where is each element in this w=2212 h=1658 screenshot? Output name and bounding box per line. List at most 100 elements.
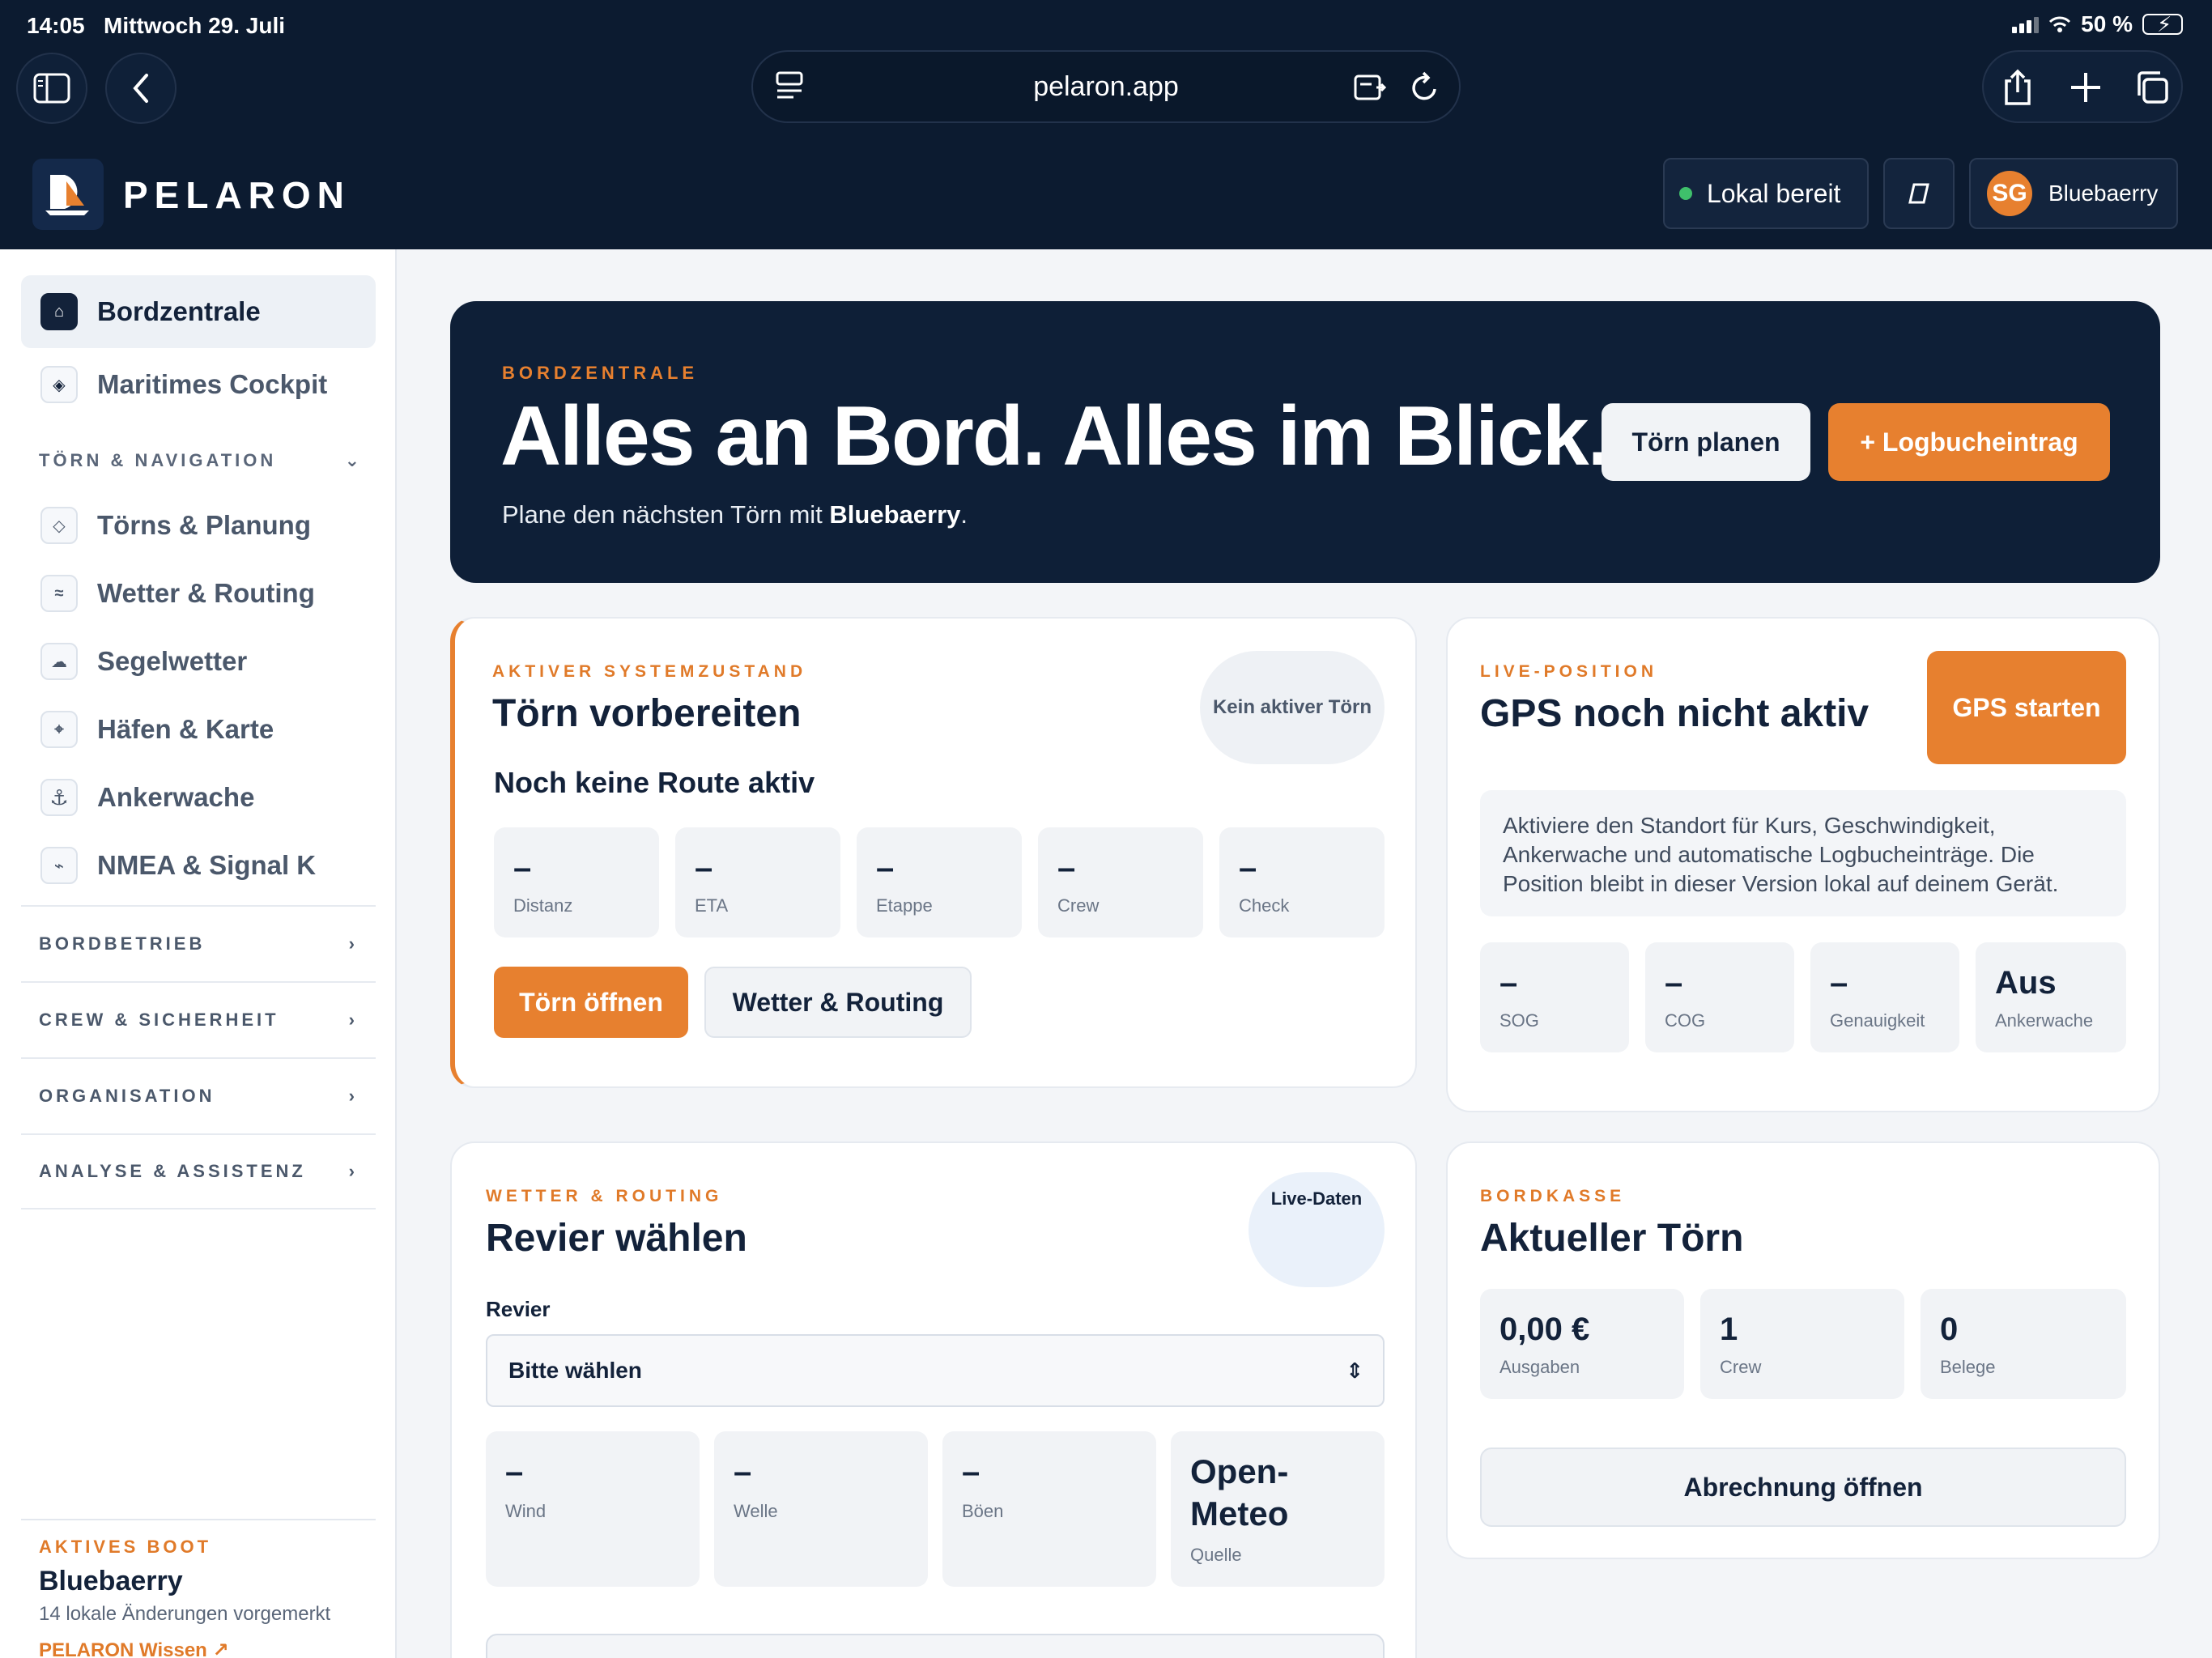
route-status: Noch keine Route aktiv (494, 766, 815, 799)
status-time: 14:05 (27, 13, 85, 38)
tabs-overview-icon[interactable] (2133, 68, 2172, 111)
battery-percent: 50 % (2081, 11, 2133, 36)
section-analyse-assistenz[interactable]: ANALYSE & ASSISTENZ › (21, 1133, 376, 1209)
stat-wind: – Wind (486, 1431, 700, 1587)
card-title: GPS noch nicht aktiv (1480, 692, 1870, 735)
notes-button[interactable] (1883, 158, 1955, 229)
revier-label: Revier (486, 1297, 551, 1321)
stat-value: Aus (1995, 965, 2057, 1001)
stat-crew-count: 1 Crew (1700, 1289, 1904, 1399)
user-menu-button[interactable]: SG Bluebaerry (1969, 158, 2178, 229)
stat-check: – Check (1219, 827, 1385, 937)
bordkasse-card: BORDKASSE Aktueller Törn 0,00 € Ausgaben… (1446, 1141, 2160, 1559)
chevron-right-icon: › (348, 933, 358, 954)
stat-label: Ausgaben (1499, 1357, 1580, 1377)
sidebar-item-segelwetter[interactable]: ☁ Segelwetter (21, 625, 376, 698)
status-date: Mittwoch 29. Juli (104, 13, 286, 38)
stat-label: Crew (1057, 895, 1100, 916)
sidebar-item-ankerwache[interactable]: ⚓ Ankerwache (21, 761, 376, 834)
live-data-badge: Live-Daten (1249, 1172, 1385, 1287)
stat-value: – (1830, 965, 1848, 1001)
reload-icon[interactable] (1409, 70, 1441, 109)
sidebar-item-maritimes-cockpit[interactable]: ◈ Maritimes Cockpit (21, 348, 376, 421)
new-tab-icon[interactable] (2068, 68, 2104, 111)
stat-genauigkeit: – Genauigkeit (1810, 942, 1959, 1052)
chevron-right-icon: › (348, 1161, 358, 1181)
sidebar-item-label: NMEA & Signal K (97, 850, 317, 880)
stat-label: Wind (505, 1501, 547, 1521)
stat-crew: – Crew (1038, 827, 1203, 937)
start-gps-button[interactable]: GPS starten (1927, 651, 2126, 764)
hero-banner: BORDZENTRALE Alles an Bord. Alles im Bli… (450, 301, 2160, 583)
stat-eta: – ETA (675, 827, 840, 937)
stat-label: Welle (734, 1501, 778, 1521)
hero-kicker: BORDZENTRALE (502, 363, 699, 383)
section-organisation[interactable]: ORGANISATION › (21, 1057, 376, 1133)
section-bordbetrieb[interactable]: BORDBETRIEB › (21, 905, 376, 981)
app-logo[interactable] (32, 159, 104, 230)
gps-card: LIVE-POSITION GPS noch nicht aktiv GPS s… (1446, 617, 2160, 1112)
stat-value: Open- Meteo (1190, 1452, 1289, 1533)
active-boat-label: AKTIVES BOOT (39, 1537, 212, 1557)
signal-icon: ⌁ (40, 847, 78, 884)
status-badge: Kein aktiver Törn (1200, 651, 1385, 764)
route-field[interactable] (486, 1634, 1385, 1658)
avatar: SG (1987, 171, 2032, 216)
open-toern-button[interactable]: Törn öffnen (494, 967, 688, 1038)
weather-routing-button[interactable]: Wetter & Routing (704, 967, 972, 1038)
select-value: Bitte wählen (508, 1358, 642, 1383)
browser-actions (1982, 50, 2183, 123)
address-bar[interactable]: pelaron.app (751, 50, 1461, 123)
section-label: TÖRN & NAVIGATION (39, 450, 277, 470)
stat-label: Böen (962, 1501, 1004, 1521)
chevron-down-icon: ⌄ (344, 450, 363, 470)
section-toern-navigation[interactable]: TÖRN & NAVIGATION ⌄ (39, 450, 363, 471)
section-crew-sicherheit[interactable]: CREW & SICHERHEIT › (21, 981, 376, 1057)
stat-value: – (513, 850, 532, 886)
chevron-right-icon: › (348, 1010, 358, 1030)
divider (21, 1519, 376, 1520)
stat-label: COG (1665, 1010, 1706, 1031)
sidebar-item-label: Häfen & Karte (97, 714, 274, 744)
reader-icon[interactable] (1352, 70, 1388, 109)
wiki-link[interactable]: PELARON Wissen ↗ (39, 1639, 229, 1658)
sync-status-button[interactable]: Lokal bereit (1663, 158, 1869, 229)
sidebar-item-bordzentrale[interactable]: ⌂ Bordzentrale (21, 275, 376, 348)
stat-value: – (1665, 965, 1683, 1001)
stat-boeen: – Böen (942, 1431, 1156, 1587)
sidebar-item-label: Segelwetter (97, 646, 248, 676)
stat-ausgaben: 0,00 € Ausgaben (1480, 1289, 1684, 1399)
card-kicker: BORDKASSE (1480, 1187, 1626, 1205)
stat-ankerwache: Aus Ankerwache (1976, 942, 2126, 1052)
stat-value: – (1057, 850, 1076, 886)
sidebar-icon (33, 73, 70, 104)
system-state-card: AKTIVER SYSTEMZUSTAND Törn vorbereiten K… (450, 617, 1417, 1088)
sidebar-item-label: Wetter & Routing (97, 578, 315, 608)
revier-select[interactable]: Bitte wählen ⇕ (486, 1334, 1385, 1407)
sail-logo-icon (45, 175, 89, 215)
page-title: Alles an Bord. Alles im Blick. (500, 389, 1610, 483)
status-indicators: 50 % ⚡ (2012, 11, 2183, 37)
sync-status-label: Lokal bereit (1707, 178, 1841, 208)
sidebar-item-haefen-karte[interactable]: ⌖ Häfen & Karte (21, 693, 376, 766)
back-button[interactable] (105, 53, 177, 124)
stat-value: 0,00 € (1499, 1312, 1590, 1347)
diamond-icon: ◇ (40, 507, 78, 544)
stat-label: ETA (695, 895, 729, 916)
active-boat-name: Bluebaerry (39, 1566, 183, 1596)
status-dot-icon (1679, 187, 1692, 200)
stat-value: – (695, 850, 713, 886)
sidebar-toggle-button[interactable] (16, 53, 87, 124)
sidebar-item-wetter-routing[interactable]: ≈ Wetter & Routing (21, 557, 376, 630)
card-title: Aktueller Törn (1480, 1217, 1744, 1260)
stat-label: Distanz (513, 895, 573, 916)
section-label: CREW & SICHERHEIT (39, 1010, 279, 1030)
plan-toern-button[interactable]: Törn planen (1602, 403, 1810, 481)
chevron-updown-icon: ⇕ (1346, 1358, 1363, 1383)
stat-label: Ankerwache (1995, 1010, 2094, 1031)
share-icon[interactable] (2000, 68, 2035, 111)
open-settlement-button[interactable]: Abrechnung öffnen (1480, 1448, 2126, 1527)
sidebar-item-toerns-planung[interactable]: ◇ Törns & Planung (21, 489, 376, 562)
sidebar-item-nmea-signalk[interactable]: ⌁ NMEA & Signal K (21, 829, 376, 902)
add-logbook-entry-button[interactable]: + Logbucheintrag (1828, 403, 2110, 481)
